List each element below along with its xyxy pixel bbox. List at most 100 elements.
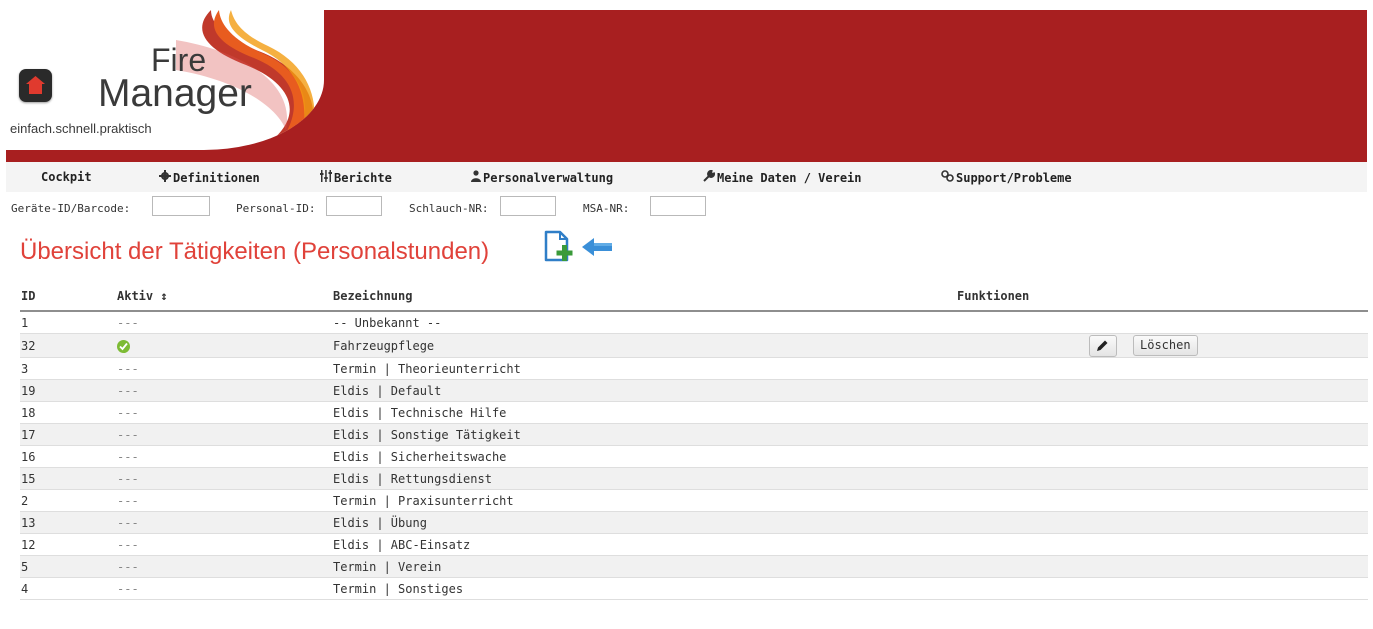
table-row[interactable]: 5 --- Termin | Verein xyxy=(20,555,1368,578)
back-arrow-icon[interactable] xyxy=(580,236,614,262)
table-row[interactable]: 15 --- Eldis | Rettungsdienst xyxy=(20,467,1368,490)
person-icon xyxy=(471,170,481,185)
menu-definitionen[interactable]: Definitionen xyxy=(159,170,260,185)
table-row[interactable]: 4 --- Termin | Sonstiges xyxy=(20,577,1368,600)
table-row[interactable]: 1 --- -- Unbekannt -- xyxy=(20,311,1368,334)
cell-id: 13 xyxy=(20,511,116,534)
cell-id: 2 xyxy=(20,489,116,512)
table-row[interactable]: 18 --- Eldis | Technische Hilfe xyxy=(20,401,1368,424)
menu-meine-daten-label: Meine Daten / Verein xyxy=(717,171,862,185)
cell-functions xyxy=(956,401,1368,424)
brand-tagline: einfach.schnell.praktisch xyxy=(10,121,152,136)
cell-name: -- Unbekannt -- xyxy=(332,311,956,334)
menu-berichte[interactable]: Berichte xyxy=(320,170,392,185)
msa-nr-label: MSA-NR: xyxy=(583,202,630,215)
cell-name: Eldis | Übung xyxy=(332,511,956,534)
cell-name: Termin | Sonstiges xyxy=(332,577,956,600)
menu-cockpit-label: Cockpit xyxy=(41,170,92,184)
cell-active: --- xyxy=(116,489,332,512)
brand-name-line2: Manager xyxy=(98,72,252,115)
column-header-id[interactable]: ID xyxy=(20,282,116,312)
cell-id: 3 xyxy=(20,357,116,380)
wrench-icon xyxy=(703,170,715,185)
menu-berichte-label: Berichte xyxy=(334,171,392,185)
table-row[interactable]: 17 --- Eldis | Sonstige Tätigkeit xyxy=(20,423,1368,446)
menu-meine-daten[interactable]: Meine Daten / Verein xyxy=(703,170,862,185)
home-app-icon xyxy=(19,69,52,102)
cell-name: Fahrzeugpflege xyxy=(332,333,956,358)
table-row[interactable]: 13 --- Eldis | Übung xyxy=(20,511,1368,534)
cell-name: Eldis | ABC-Einsatz xyxy=(332,533,956,556)
cell-active xyxy=(116,333,332,358)
cell-active: --- xyxy=(116,311,332,334)
device-id-input[interactable] xyxy=(152,196,210,216)
cell-active: --- xyxy=(116,467,332,490)
table-row[interactable]: 32 Fahrzeugpflege Löschen xyxy=(20,333,1368,358)
edit-button[interactable] xyxy=(1089,335,1117,357)
cell-functions xyxy=(956,445,1368,468)
cell-functions xyxy=(956,379,1368,402)
cell-id: 16 xyxy=(20,445,116,468)
cell-functions xyxy=(956,577,1368,600)
column-header-functions: Funktionen xyxy=(956,282,1368,312)
personal-id-input[interactable] xyxy=(326,196,382,216)
cell-active: --- xyxy=(116,401,332,424)
cell-name: Termin | Praxisunterricht xyxy=(332,489,956,512)
add-document-icon[interactable] xyxy=(543,230,579,268)
hose-nr-input[interactable] xyxy=(500,196,556,216)
cell-id: 18 xyxy=(20,401,116,424)
cell-name: Eldis | Rettungsdienst xyxy=(332,467,956,490)
menu-personalverwaltung-label: Personalverwaltung xyxy=(483,171,614,185)
cell-active: --- xyxy=(116,533,332,556)
hose-nr-label: Schlauch-NR: xyxy=(409,202,489,215)
cell-id: 12 xyxy=(20,533,116,556)
cell-functions xyxy=(956,467,1368,490)
cell-id: 5 xyxy=(20,555,116,578)
cell-active: --- xyxy=(116,511,332,534)
device-id-label: Geräte-ID/Barcode: xyxy=(11,202,131,215)
main-menu: Cockpit Definitionen Berichte Personalve… xyxy=(6,162,1367,192)
quick-search-bar: Geräte-ID/Barcode: Personal-ID: Schlauch… xyxy=(6,192,1367,226)
cell-functions xyxy=(956,357,1368,380)
page-title: Übersicht der Tätigkeiten (Personalstund… xyxy=(20,238,490,265)
table-row[interactable]: 19 --- Eldis | Default xyxy=(20,379,1368,402)
cell-name: Eldis | Sicherheitswache xyxy=(332,445,956,468)
cell-active: --- xyxy=(116,555,332,578)
cell-functions xyxy=(956,511,1368,534)
pencil-icon xyxy=(1097,340,1108,351)
table-row[interactable]: 12 --- Eldis | ABC-Einsatz xyxy=(20,533,1368,556)
table-header-row: ID Aktiv ↕ Bezeichnung Funktionen xyxy=(20,282,1368,312)
cell-id: 19 xyxy=(20,379,116,402)
cell-name: Termin | Theorieunterricht xyxy=(332,357,956,380)
menu-support[interactable]: Support/Probleme xyxy=(941,170,1072,185)
cell-active: --- xyxy=(116,423,332,446)
column-header-active[interactable]: Aktiv ↕ xyxy=(116,282,332,312)
cell-name: Termin | Verein xyxy=(332,555,956,578)
table-row[interactable]: 16 --- Eldis | Sicherheitswache xyxy=(20,445,1368,468)
cell-functions xyxy=(956,423,1368,446)
app-header: Fire Manager einfach.schnell.praktisch xyxy=(6,10,1367,162)
delete-button[interactable]: Löschen xyxy=(1133,335,1198,356)
column-header-name[interactable]: Bezeichnung xyxy=(332,282,956,312)
msa-nr-input[interactable] xyxy=(650,196,706,216)
gear-icon xyxy=(159,170,171,185)
cell-name: Eldis | Technische Hilfe xyxy=(332,401,956,424)
cell-active: --- xyxy=(116,357,332,380)
cell-id: 17 xyxy=(20,423,116,446)
check-icon xyxy=(117,339,130,353)
cell-active: --- xyxy=(116,577,332,600)
cell-functions xyxy=(956,311,1368,334)
cell-functions xyxy=(956,489,1368,512)
logo[interactable]: Fire Manager einfach.schnell.praktisch xyxy=(6,10,324,150)
table-row[interactable]: 2 --- Termin | Praxisunterricht xyxy=(20,489,1368,512)
table-row[interactable]: 3 --- Termin | Theorieunterricht xyxy=(20,357,1368,380)
cell-active: --- xyxy=(116,445,332,468)
cell-active: --- xyxy=(116,379,332,402)
cell-name: Eldis | Default xyxy=(332,379,956,402)
cell-name: Eldis | Sonstige Tätigkeit xyxy=(332,423,956,446)
menu-personalverwaltung[interactable]: Personalverwaltung xyxy=(471,170,613,185)
menu-cockpit[interactable]: Cockpit xyxy=(41,170,92,184)
cell-id: 4 xyxy=(20,577,116,600)
sliders-icon xyxy=(320,170,332,185)
menu-definitionen-label: Definitionen xyxy=(173,171,260,185)
